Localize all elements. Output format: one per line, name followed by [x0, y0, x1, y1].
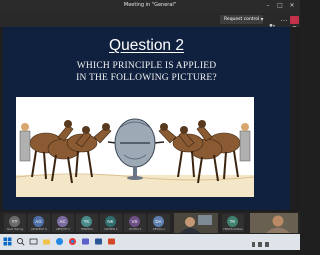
participant-name: VISHNU S [128, 228, 142, 231]
self-video-tile[interactable] [250, 213, 298, 233]
self-video [250, 213, 298, 233]
file-explorer-icon[interactable] [42, 237, 51, 246]
people-icon[interactable] [268, 16, 276, 30]
avatar: VS [129, 216, 140, 227]
search-icon[interactable] [16, 237, 25, 246]
participant-video [174, 213, 218, 233]
windows-taskbar [0, 234, 300, 250]
participant-name: TENZIN K [80, 228, 94, 231]
avatar: TK [81, 216, 92, 227]
participant-tile[interactable]: VS VISHNU S [124, 214, 146, 232]
participant-name: ABHIJITH C [56, 228, 70, 231]
meeting-title: Meeting in "General" [123, 2, 177, 8]
metal-sphere [114, 118, 156, 180]
edge-browser-icon[interactable] [55, 237, 64, 246]
system-tray[interactable] [250, 236, 290, 255]
participant-name: Yeshi Tsering [6, 228, 24, 231]
right-horse-team [158, 120, 251, 184]
close-icon[interactable]: ✕ [288, 2, 296, 10]
meeting-toolbar: Request control ▾ … [0, 13, 300, 30]
avatar: AG [33, 216, 44, 227]
shared-screen: Question 2 WHICH PRINCIPLE IS APPLIED IN… [0, 27, 300, 212]
participant-video-tile[interactable] [174, 213, 218, 233]
more-icon[interactable]: … [280, 16, 288, 24]
system-tray-icons [252, 242, 269, 247]
participant-tile[interactable]: AC ABHIJITH C [52, 214, 74, 232]
minimize-icon[interactable]: – [264, 2, 272, 10]
request-control-button[interactable]: Request control [220, 15, 264, 24]
task-view-icon[interactable] [29, 237, 38, 246]
participant-tile[interactable]: AG AKHILESH G [28, 214, 50, 232]
participant-tile[interactable]: TK TENZIN K [76, 214, 98, 232]
participant-tile[interactable]: YT Yeshi Tsering [4, 214, 26, 232]
presentation-slide: Question 2 WHICH PRINCIPLE IS APPLIED IN… [3, 27, 290, 210]
left-horse-team [19, 120, 112, 184]
avatar: NK [105, 216, 116, 227]
participant-tile[interactable]: DA DEVIKA A [148, 214, 170, 232]
participant-name: NAVEEN K [104, 228, 118, 231]
participant-name: DEVIKA A [152, 228, 166, 231]
slide-question-line-2: IN THE FOLLOWING PICTURE? [76, 73, 217, 83]
avatar: AC [57, 216, 68, 227]
teams-icon[interactable] [81, 237, 90, 246]
slide-title: Question 2 [3, 37, 290, 55]
leave-button[interactable] [290, 16, 299, 29]
maximize-icon[interactable]: □ [276, 2, 284, 10]
avatar: YT [9, 216, 20, 227]
chrome-browser-icon[interactable] [68, 237, 77, 246]
participant-name: AKHILESH G [31, 228, 47, 231]
participant-tile[interactable]: NK NAVEEN K [100, 214, 122, 232]
word-icon[interactable] [94, 237, 103, 246]
horses-pulling-sphere-picture [16, 97, 254, 197]
participant-name: TENZIN KUNGA [223, 228, 243, 231]
avatar: TK [227, 216, 238, 227]
slide-title-text: Question 2 [109, 37, 184, 54]
avatar: DA [153, 216, 164, 227]
participant-strip: YT Yeshi Tsering AG AKHILESH G AC ABHIJI… [0, 212, 300, 234]
chevron-down-icon[interactable]: ▾ [258, 16, 266, 24]
meeting-title-bar: Meeting in "General" – □ ✕ [0, 0, 300, 13]
powerpoint-icon[interactable] [107, 237, 116, 246]
participant-tile[interactable]: TK TENZIN KUNGA [222, 214, 244, 232]
windows-icon[interactable] [3, 237, 12, 246]
slide-question-line-1: WHICH PRINCIPLE IS APPLIED [76, 61, 217, 71]
